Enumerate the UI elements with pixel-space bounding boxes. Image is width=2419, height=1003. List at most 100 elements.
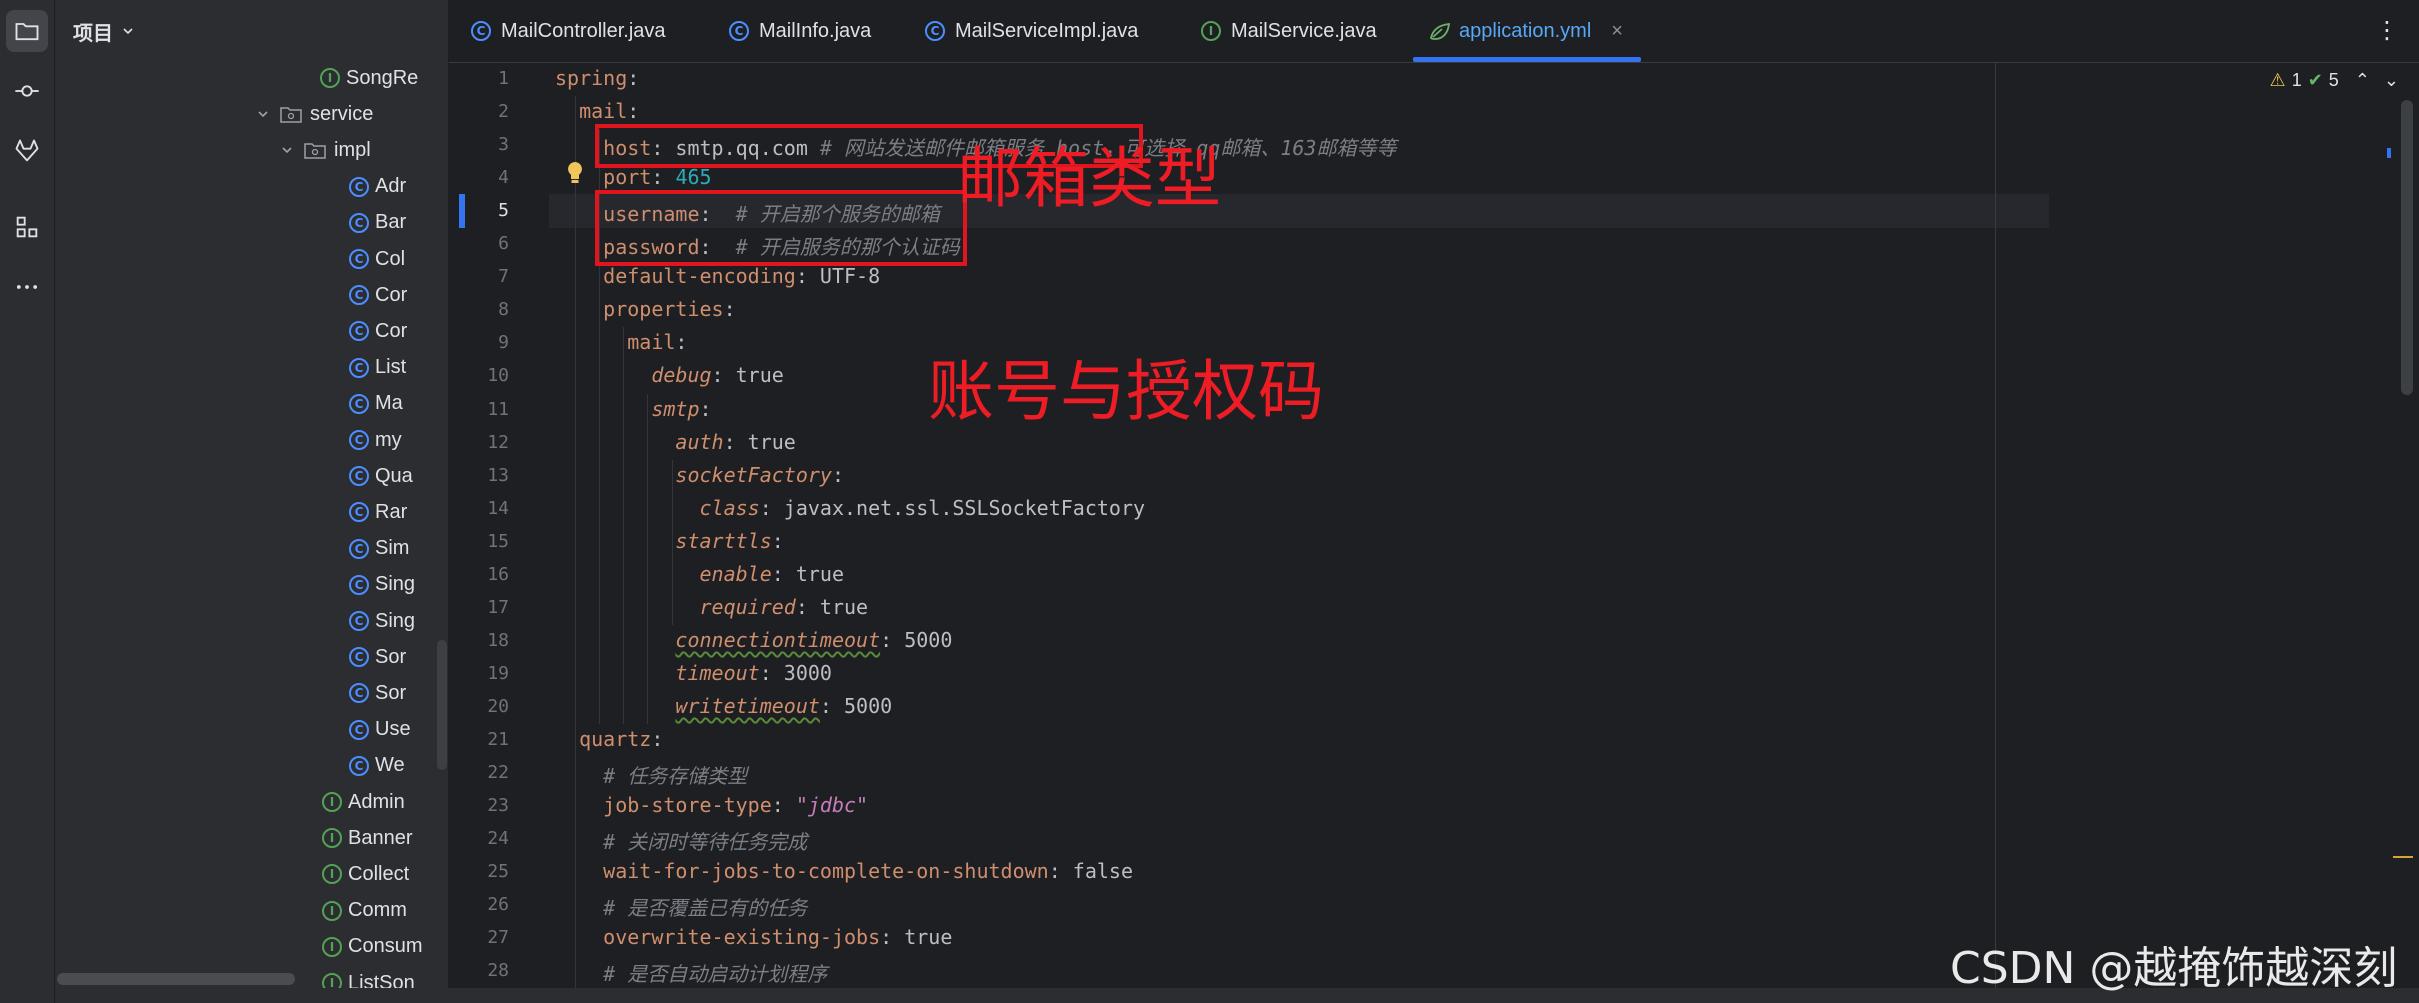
code-line[interactable]: quartz: [555,727,663,751]
code-line[interactable]: timeout: 3000 [555,661,832,685]
chevron-up-icon[interactable]: ⌃ [2355,70,2370,91]
structure-icon[interactable] [6,206,48,248]
commit-icon[interactable] [6,70,48,112]
code-line[interactable]: enable: true [555,562,845,586]
tree-item[interactable]: C List [349,350,406,386]
line-number[interactable]: 8 [449,299,509,320]
tree-item[interactable]: C Qua [349,458,413,494]
line-number[interactable]: 14 [449,498,509,519]
tree-item[interactable]: C Sing [349,567,415,603]
tree-item[interactable]: C Col [349,241,405,277]
project-header[interactable]: 项目 [55,0,448,62]
tree-item[interactable]: I SongRe [320,60,418,96]
code-line[interactable]: starttls: [555,529,783,553]
tree-item[interactable]: C Sing [349,603,415,639]
code-line[interactable]: smtp: [555,397,711,421]
code-line[interactable]: writetimeout: 5000 [555,694,892,718]
line-number[interactable]: 12 [449,432,509,453]
tree-item[interactable]: C Ma [349,386,403,422]
tree-item[interactable]: C Sor [349,675,406,711]
code-line[interactable]: socketFactory: [555,463,844,487]
code-line[interactable]: class: javax.net.ssl.SSLSocketFactory [555,496,1146,520]
more-options-icon[interactable]: ⋮ [2375,16,2399,45]
close-icon[interactable]: × [1611,20,1623,43]
tree-item[interactable]: service [256,96,373,132]
line-number[interactable]: 3 [449,134,509,155]
code-line[interactable]: required: true [555,595,869,619]
line-number[interactable]: 28 [449,960,509,981]
line-number[interactable]: 7 [449,266,509,287]
editor-vertical-scrollbar[interactable] [2401,100,2413,395]
line-number[interactable]: 23 [449,795,509,816]
line-number[interactable]: 9 [449,332,509,353]
tab-mailinfo-java[interactable]: C MailInfo.java [729,0,871,62]
inspection-widget[interactable]: ⚠ 1 ✔ 5 ⌃ ⌄ [2270,70,2399,91]
line-number[interactable]: 5 [449,200,509,221]
tab-mailserviceimpl-java[interactable]: C MailServiceImpl.java [925,0,1138,62]
line-number[interactable]: 13 [449,465,509,486]
tree-item[interactable]: C Sim [349,531,409,567]
code-line[interactable]: job-store-type: "jdbc" [555,793,868,817]
code-line[interactable]: default-encoding: UTF-8 [555,264,880,288]
code-line[interactable]: properties: [555,297,735,321]
folder-icon[interactable] [6,10,48,52]
project-title[interactable]: 项目 [73,17,113,46]
code-line[interactable]: # 是否覆盖已有的任务 [555,892,807,921]
line-number[interactable]: 20 [449,696,509,717]
tab-mailcontroller-java[interactable]: C MailController.java [471,0,666,62]
tree-item[interactable]: impl [280,132,371,168]
line-number[interactable]: 25 [449,861,509,882]
code-line[interactable]: wait-for-jobs-to-complete-on-shutdown: f… [555,859,1133,883]
code-line[interactable]: spring: [555,66,639,90]
code-line[interactable]: # 任务存储类型 [555,760,747,789]
lightbulb-icon[interactable] [565,160,585,186]
line-number[interactable]: 19 [449,663,509,684]
code-line[interactable]: # 是否自动启动计划程序 [555,958,827,987]
line-number[interactable]: 24 [449,828,509,849]
tab-application-yml[interactable]: application.yml × [1429,0,1623,62]
chevron-down-icon[interactable] [280,143,294,157]
line-number[interactable]: 18 [449,630,509,651]
line-number[interactable]: 2 [449,101,509,122]
tree-item[interactable]: C Use [349,712,411,748]
tree-item[interactable]: C Cor [349,277,407,313]
line-number[interactable]: 15 [449,531,509,552]
line-number[interactable]: 4 [449,167,509,188]
line-number[interactable]: 27 [449,927,509,948]
tree-item[interactable]: Cmy [349,422,402,458]
line-number[interactable]: 21 [449,729,509,750]
tree-item[interactable]: C We [349,748,405,784]
line-number[interactable]: 16 [449,564,509,585]
more-icon[interactable] [6,266,48,308]
chevron-down-icon[interactable] [256,107,270,121]
line-number[interactable]: 26 [449,894,509,915]
project-vertical-scrollbar[interactable] [437,640,447,770]
project-horizontal-scrollbar[interactable] [57,973,295,985]
tree-item[interactable]: I Banner [322,820,413,856]
tree-item[interactable]: C Rar [349,494,407,530]
line-number[interactable]: 1 [449,68,509,89]
tree-item[interactable]: C Cor [349,313,407,349]
code-line[interactable]: auth: true [555,430,795,454]
tree-item[interactable]: C Sor [349,639,406,675]
chevron-down-icon[interactable] [121,24,135,38]
tree-item[interactable]: C Adr [349,169,406,205]
line-number[interactable]: 17 [449,597,509,618]
code-line[interactable]: connectiontimeout: 5000 [555,628,952,652]
tree-item[interactable]: I Consum [322,929,422,965]
line-number[interactable]: 10 [449,365,509,386]
code-line[interactable]: mail: [555,99,639,123]
chevron-down-icon[interactable]: ⌄ [2384,70,2399,91]
gitlab-icon[interactable] [6,130,48,172]
line-number[interactable]: 6 [449,233,509,254]
code-line[interactable]: mail: [555,330,687,354]
tree-item[interactable]: I Comm [322,893,407,929]
line-number[interactable]: 11 [449,399,509,420]
tree-item[interactable]: I Collect [322,856,409,892]
tab-mailservice-java[interactable]: I MailService.java [1201,0,1377,62]
line-number[interactable]: 22 [449,762,509,783]
tree-item[interactable]: I Admin [322,784,405,820]
code-line[interactable]: # 关闭时等待任务完成 [555,826,807,855]
code-line[interactable]: overwrite-existing-jobs: true [555,925,952,949]
tree-item[interactable]: C Bar [349,205,406,241]
